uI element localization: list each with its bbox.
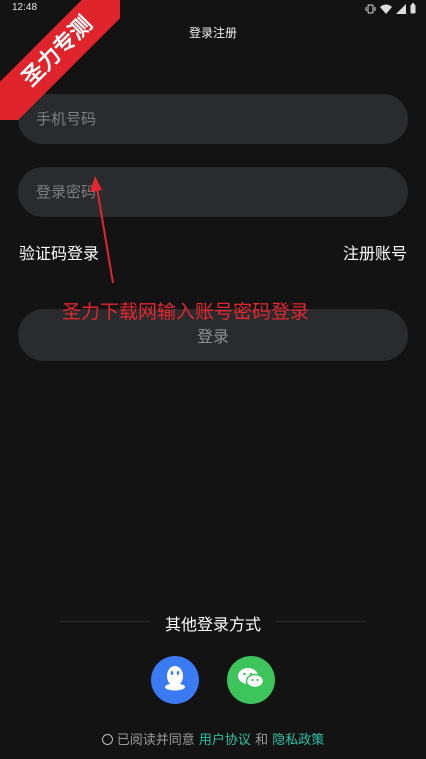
annotation-arrow [90,176,114,284]
annotation-text: 圣力下载网输入账号密码登录 [62,301,310,323]
